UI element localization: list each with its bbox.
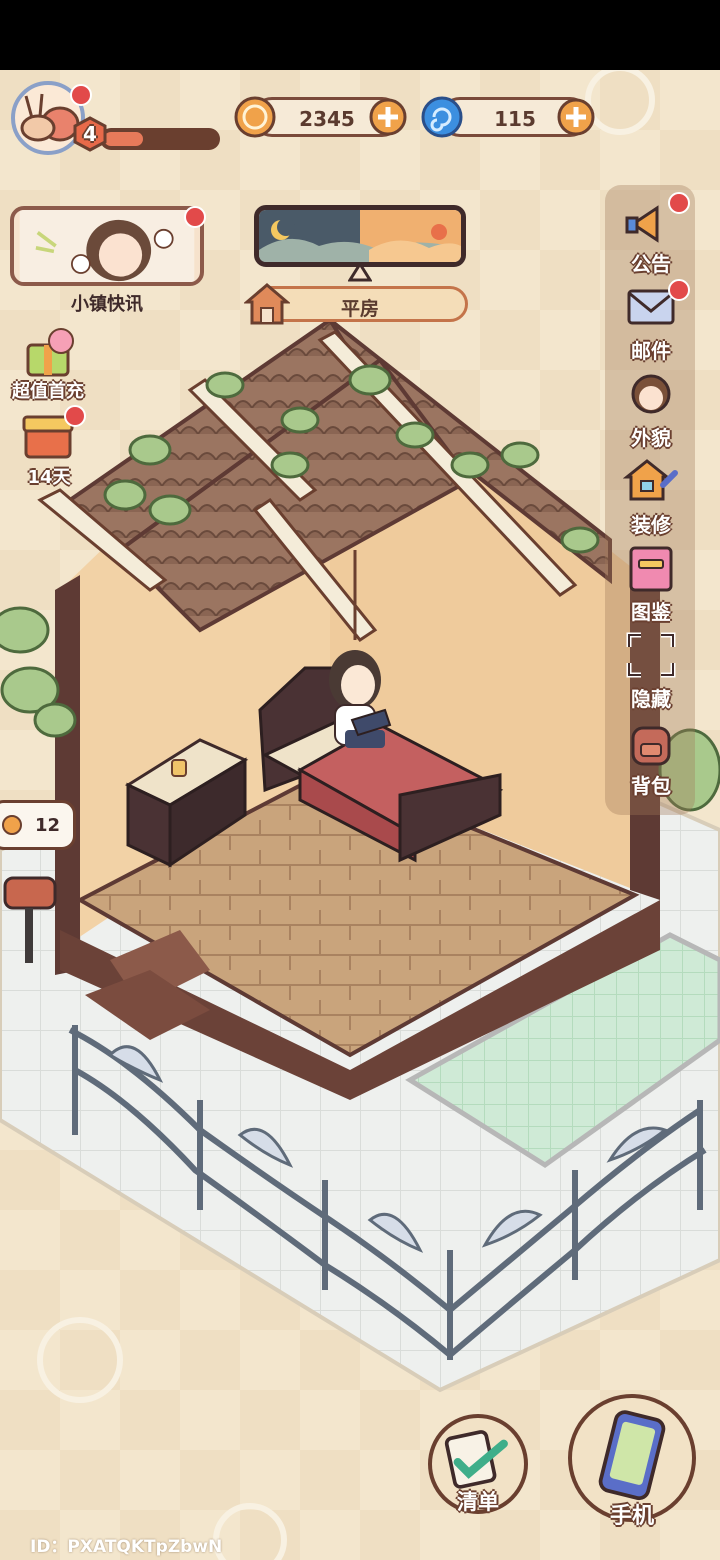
side-menu-backpack-button[interactable]: 背包 (612, 712, 690, 798)
town-news-card[interactable] (10, 206, 204, 286)
plus-icon (557, 98, 595, 136)
day-night-indicator[interactable] (254, 205, 466, 267)
side-menu-hide-label: 隐藏 (631, 687, 671, 711)
side-menu-hide-button[interactable]: 隐藏 (612, 625, 690, 711)
town-news-label: 小镇快讯 (71, 294, 143, 315)
plus-icon (369, 98, 407, 136)
checklist-label: 清单 (457, 1490, 499, 1514)
side-menu-appearance-button[interactable]: 外貌 (612, 364, 690, 450)
level-number: 4 (83, 122, 97, 146)
side-menu-appearance-label: 外貌 (631, 426, 671, 450)
add-coins-button[interactable] (368, 97, 408, 137)
14-day-notification-dot (64, 405, 86, 427)
side-menu-collection-button[interactable]: 图鉴 (612, 538, 690, 624)
level-badge: 4 (72, 116, 108, 152)
first-recharge-event[interactable]: 超值首充 (6, 325, 90, 402)
swirl-gem-icon (420, 95, 464, 139)
time-pointer (347, 261, 373, 282)
hide-frame-icon (623, 629, 679, 679)
side-menu-mail-label: 邮件 (631, 339, 671, 363)
status-bar (0, 0, 720, 70)
side-menu-renovate-label: 装修 (631, 513, 671, 537)
character-face-icon (623, 368, 679, 418)
side-menu-collection-label: 图鉴 (631, 600, 671, 624)
side-menu-mail-notification-dot (668, 279, 690, 301)
book-icon (623, 542, 679, 592)
side-menu-announcement-label: 公告 (631, 252, 671, 276)
house-icon (242, 282, 292, 326)
side-menu-announcement-button[interactable]: 公告 (612, 190, 690, 276)
first-recharge-label: 超值首充 (12, 381, 84, 402)
xp-bar (100, 128, 220, 150)
house-wrench-icon (622, 455, 679, 505)
14-day-label: 14天 (27, 467, 71, 488)
add-gems-button[interactable] (556, 97, 596, 137)
news-character-portrait (19, 210, 195, 282)
news-notification-dot (184, 206, 206, 228)
player-id: ID：PXATQKTpZbwN (30, 1537, 223, 1557)
coin-icon (233, 95, 277, 139)
mailbox-count: 12 (35, 815, 61, 836)
backpack-icon (623, 716, 679, 766)
gift-box-icon (26, 328, 74, 377)
avatar-notification-dot (70, 84, 92, 106)
side-menu-renovate-button[interactable]: 装修 (612, 451, 690, 537)
coin-small-icon (2, 815, 22, 835)
side-menu-mail-button[interactable]: 邮件 (612, 277, 690, 363)
phone-label: 手机 (609, 1504, 654, 1529)
checklist-button[interactable]: 清单 (428, 1414, 528, 1514)
14-day-event[interactable]: 14天 (14, 405, 86, 488)
phone-button[interactable]: 手机 (568, 1394, 696, 1529)
side-menu-backpack-label: 背包 (631, 774, 671, 798)
mailbox-bubble[interactable]: 12 (0, 800, 76, 850)
xp-bar-fill (104, 132, 143, 146)
side-menu-announcement-notification-dot (668, 192, 690, 214)
